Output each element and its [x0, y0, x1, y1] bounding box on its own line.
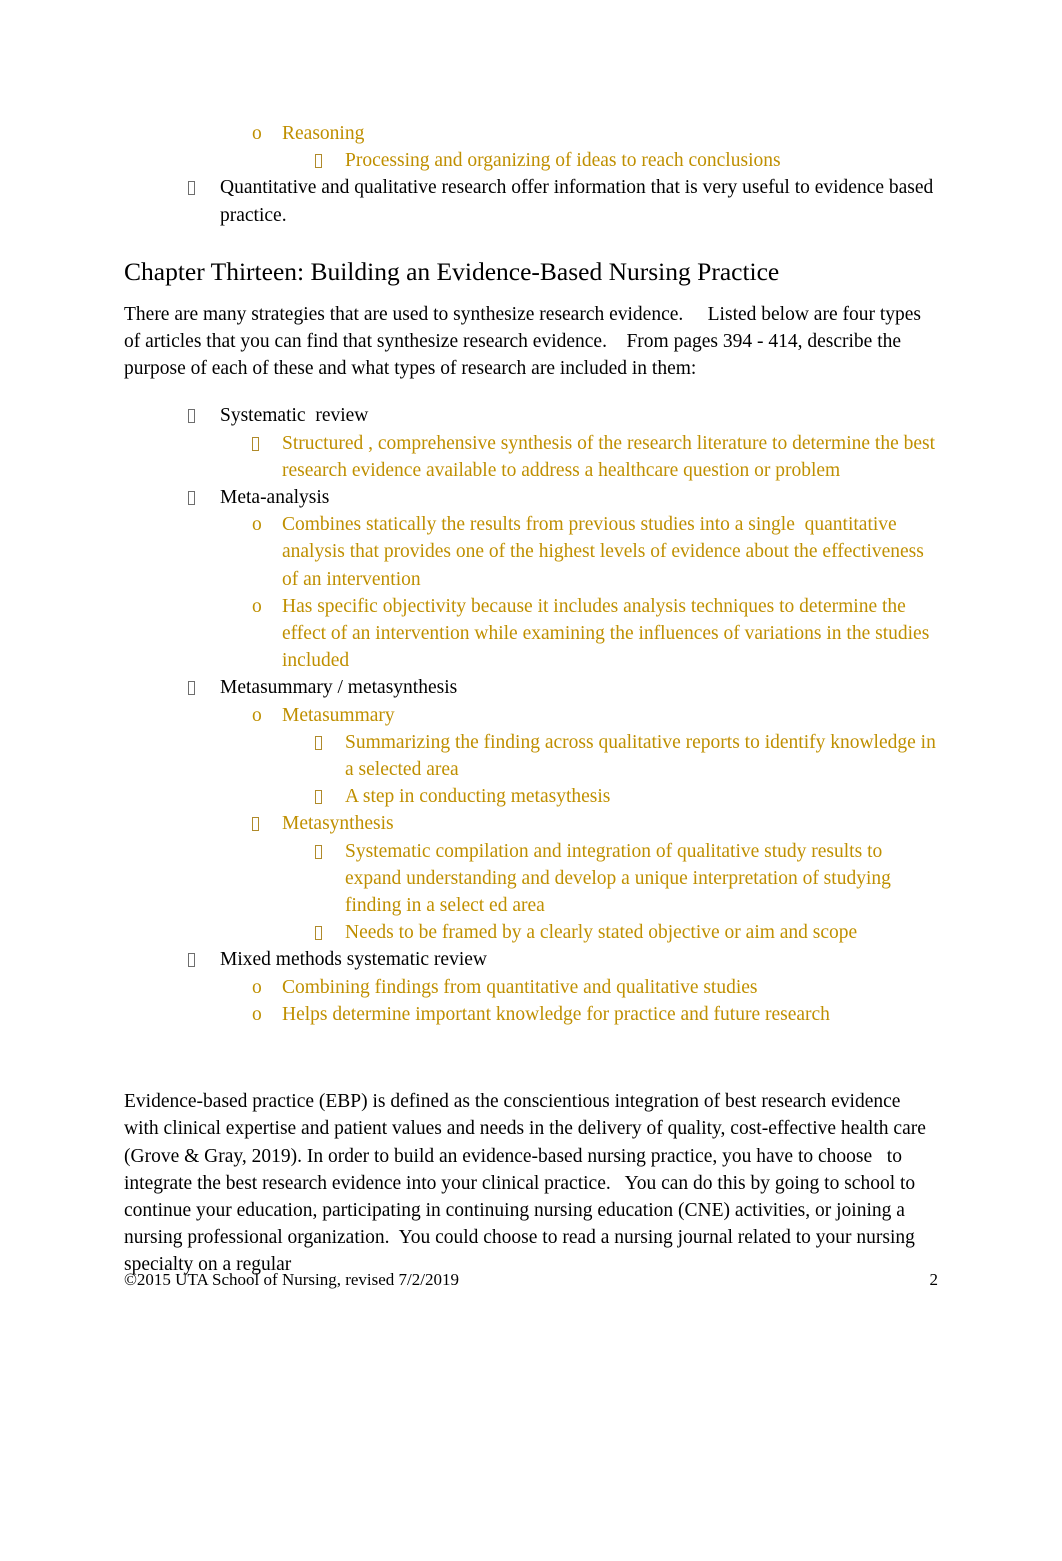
list-item: Quantitative and qualitative research of…: [124, 174, 938, 228]
list-marker-box-icon: [315, 919, 345, 946]
list-item: Processing and organizing of ideas to re…: [124, 147, 938, 174]
list-marker-box-icon: [188, 484, 220, 511]
list-item-label: A step in conducting metasythesis: [345, 786, 611, 808]
list-item-label: Structured , comprehensive synthesis of …: [282, 432, 940, 481]
list-marker-box-icon: [315, 783, 345, 810]
list-marker-box-icon: [188, 174, 220, 201]
list-marker-box-icon: [188, 402, 220, 429]
list-marker-box-icon: [188, 674, 220, 701]
list-item-label: Meta-analysis: [220, 487, 330, 509]
list-marker-box-icon: [252, 430, 282, 457]
list-item: Metasummary / metasynthesis: [124, 674, 938, 701]
page-content: o Reasoning Processing and organizing of…: [124, 120, 938, 1279]
list-item-label: Summarizing the finding across qualitati…: [345, 731, 941, 781]
list-item-label: Metasummary / metasynthesis: [220, 677, 458, 699]
list-marker-box-icon: [315, 838, 345, 865]
list-marker-box-icon: [315, 147, 345, 174]
list-item: o Combines statically the results from pr…: [124, 511, 938, 593]
list-item-label: Helps determine important knowledge for …: [282, 1003, 830, 1025]
list-item-label: Systematic compilation and integration o…: [345, 840, 896, 917]
document-page: o Reasoning Processing and organizing of…: [0, 0, 1062, 1561]
list-marker-o: o: [252, 1003, 262, 1025]
list-item: o Helps determine important knowledge for…: [124, 1001, 938, 1028]
intro-paragraph: There are many strategies that are used …: [124, 303, 926, 380]
list-item: o Metasummary: [124, 702, 938, 729]
list-item: Structured , comprehensive synthesis of …: [124, 430, 938, 484]
list-marker-o: o: [252, 704, 262, 726]
list-item: o Has specific objectivity because it inc…: [124, 593, 938, 675]
list-item-label: Processing and organizing of ideas to re…: [345, 150, 781, 172]
list-item-label: Needs to be framed by a clearly stated o…: [345, 922, 858, 944]
list-item: Meta-analysis: [124, 484, 938, 511]
page-title: Chapter Thirteen: Building an Evidence-B…: [124, 256, 780, 286]
list-item: Summarizing the finding across qualitati…: [124, 729, 938, 783]
article-types-list: Systematic review Structured , comprehens…: [124, 402, 938, 1028]
closing-paragraph: Evidence-based practice (EBP) is defined…: [124, 1091, 931, 1276]
list-item-label: Metasummary: [282, 704, 395, 726]
list-item-label: Combines statically the results from pre…: [282, 514, 929, 590]
list-item: Systematic review: [124, 402, 938, 429]
footer-page-number: 2: [929, 1270, 939, 1289]
list-item-label: Metasynthesis: [282, 813, 394, 835]
list-item: Metasynthesis: [124, 810, 938, 837]
list-item: A step in conducting metasythesis: [124, 783, 938, 810]
list-item: Systematic compilation and integration o…: [124, 838, 938, 920]
list-marker-o: o: [252, 595, 262, 617]
list-item-label: Systematic review: [220, 405, 369, 427]
list-item: Mixed methods systematic review: [124, 946, 938, 973]
list-item-label: Combining findings from quantitative and…: [282, 976, 758, 998]
list-item: Needs to be framed by a clearly stated o…: [124, 919, 938, 946]
list-item-label: Reasoning: [282, 123, 365, 144]
list-item-label: Mixed methods systematic review: [220, 949, 487, 971]
list-item-label: Has specific objectivity because it incl…: [282, 595, 935, 672]
list-marker-o: o: [252, 514, 262, 536]
list-marker-box-icon: [315, 729, 345, 756]
list-marker-box-icon: [188, 946, 220, 973]
list-item-label: Quantitative and qualitative research of…: [220, 177, 939, 226]
list-marker-o: o: [252, 976, 262, 998]
footer-copyright: ©2015 UTA School of Nursing, revised 7/2…: [124, 1270, 460, 1289]
list-item: o Reasoning: [124, 120, 938, 147]
list-item: o Combining findings from quantitative an…: [124, 974, 938, 1001]
list-marker-o: o: [252, 123, 262, 144]
list-marker-box-icon: [252, 810, 282, 837]
page-footer: ©2015 UTA School of Nursing, revised 7/2…: [124, 1268, 938, 1291]
